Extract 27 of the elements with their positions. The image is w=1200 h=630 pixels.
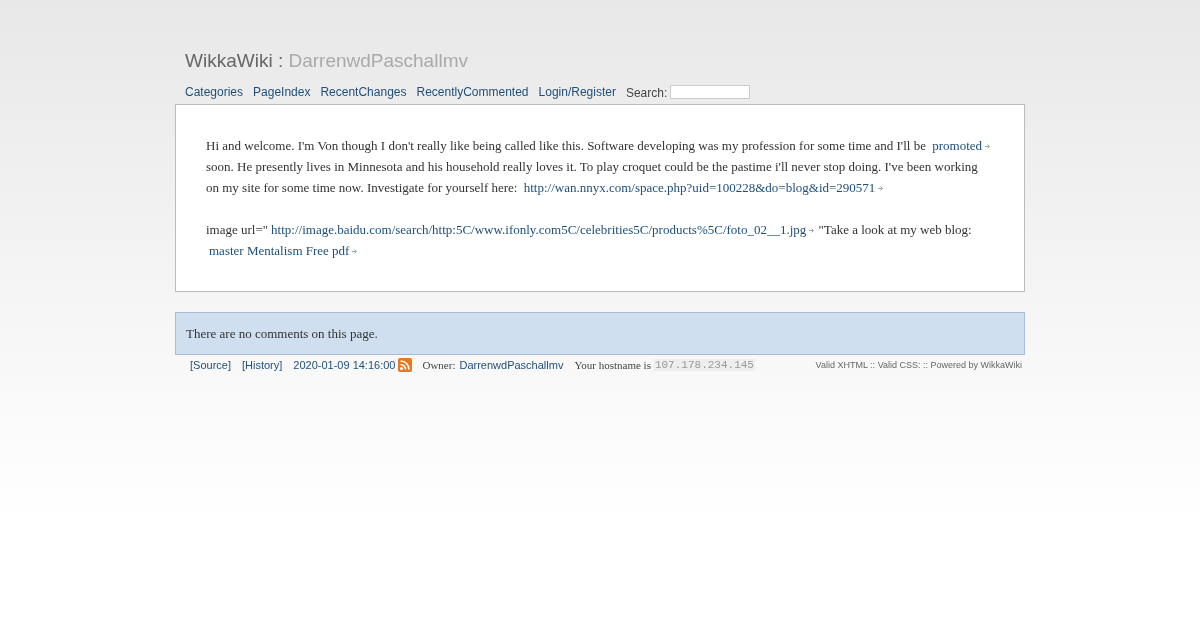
search-field[interactable] (670, 85, 751, 99)
nav-link[interactable]: RecentChanges (320, 85, 407, 100)
comments-message: There are no comments on this page. (186, 325, 378, 341)
history-link[interactable]: [History] (241, 358, 283, 371)
external-link-icon (352, 248, 359, 255)
hostname-label: Your hostname is (574, 358, 651, 371)
external-link[interactable]: http://wan.nnyx.com/space.php?uid=100228&do=blog&id=290571 (520, 179, 885, 195)
owner-link[interactable]: DarrenwdPaschallmv (459, 358, 564, 371)
revision-date-link[interactable]: 2020-01-09 14:16:00 (293, 358, 396, 371)
nav-link[interactable]: RecentlyCommented (416, 85, 529, 100)
source-link[interactable]: [Source] (190, 358, 231, 371)
body-paragraph: image url=" http://image.baidu.com/search/http:5C/www.ifonly.com5C/celebrities5C/products%5C/foto_02__1.jpg "Take a look at my web blog: master Mentalism Free pdf (206, 220, 973, 260)
owner-label: Owner: (422, 358, 456, 371)
body-paragraph: Hi and welcome. I'm Von though I don't really like being called like this. Software developing was my profession for some time and I'll be promoted soon. He presently lives in Minnesota and his household really loves it. To play croquet could be the pastime i'll never stop doing. I've been working on my site for some time now. Investigate for yourself here: http://wan.nnyx.com/space.php?uid=100228&do=blog&id=290571 (206, 134, 994, 198)
nav-link[interactable]: Login/Register (538, 85, 616, 100)
external-link[interactable]: http://image.baidu.com/search/http:5C/www.ifonly.com5C/celebrities5C/products%5C/foto_02__1.jpg (268, 221, 816, 237)
external-link[interactable]: master Mentalism Free pdf (206, 242, 359, 258)
external-link[interactable]: promoted (929, 137, 992, 153)
external-link-icon (985, 143, 992, 150)
external-link-icon (878, 185, 885, 192)
nav-link[interactable]: Categories (185, 85, 244, 100)
search-label: Search: (625, 85, 668, 100)
title-separator: : (277, 50, 284, 71)
site-title[interactable]: WikkaWiki (185, 50, 273, 71)
nav-link[interactable]: PageIndex (253, 85, 311, 100)
external-link-icon (809, 227, 816, 234)
footer-credits: Valid XHTML :: Valid CSS: :: Powered by WikkaWiki (815, 359, 1022, 370)
